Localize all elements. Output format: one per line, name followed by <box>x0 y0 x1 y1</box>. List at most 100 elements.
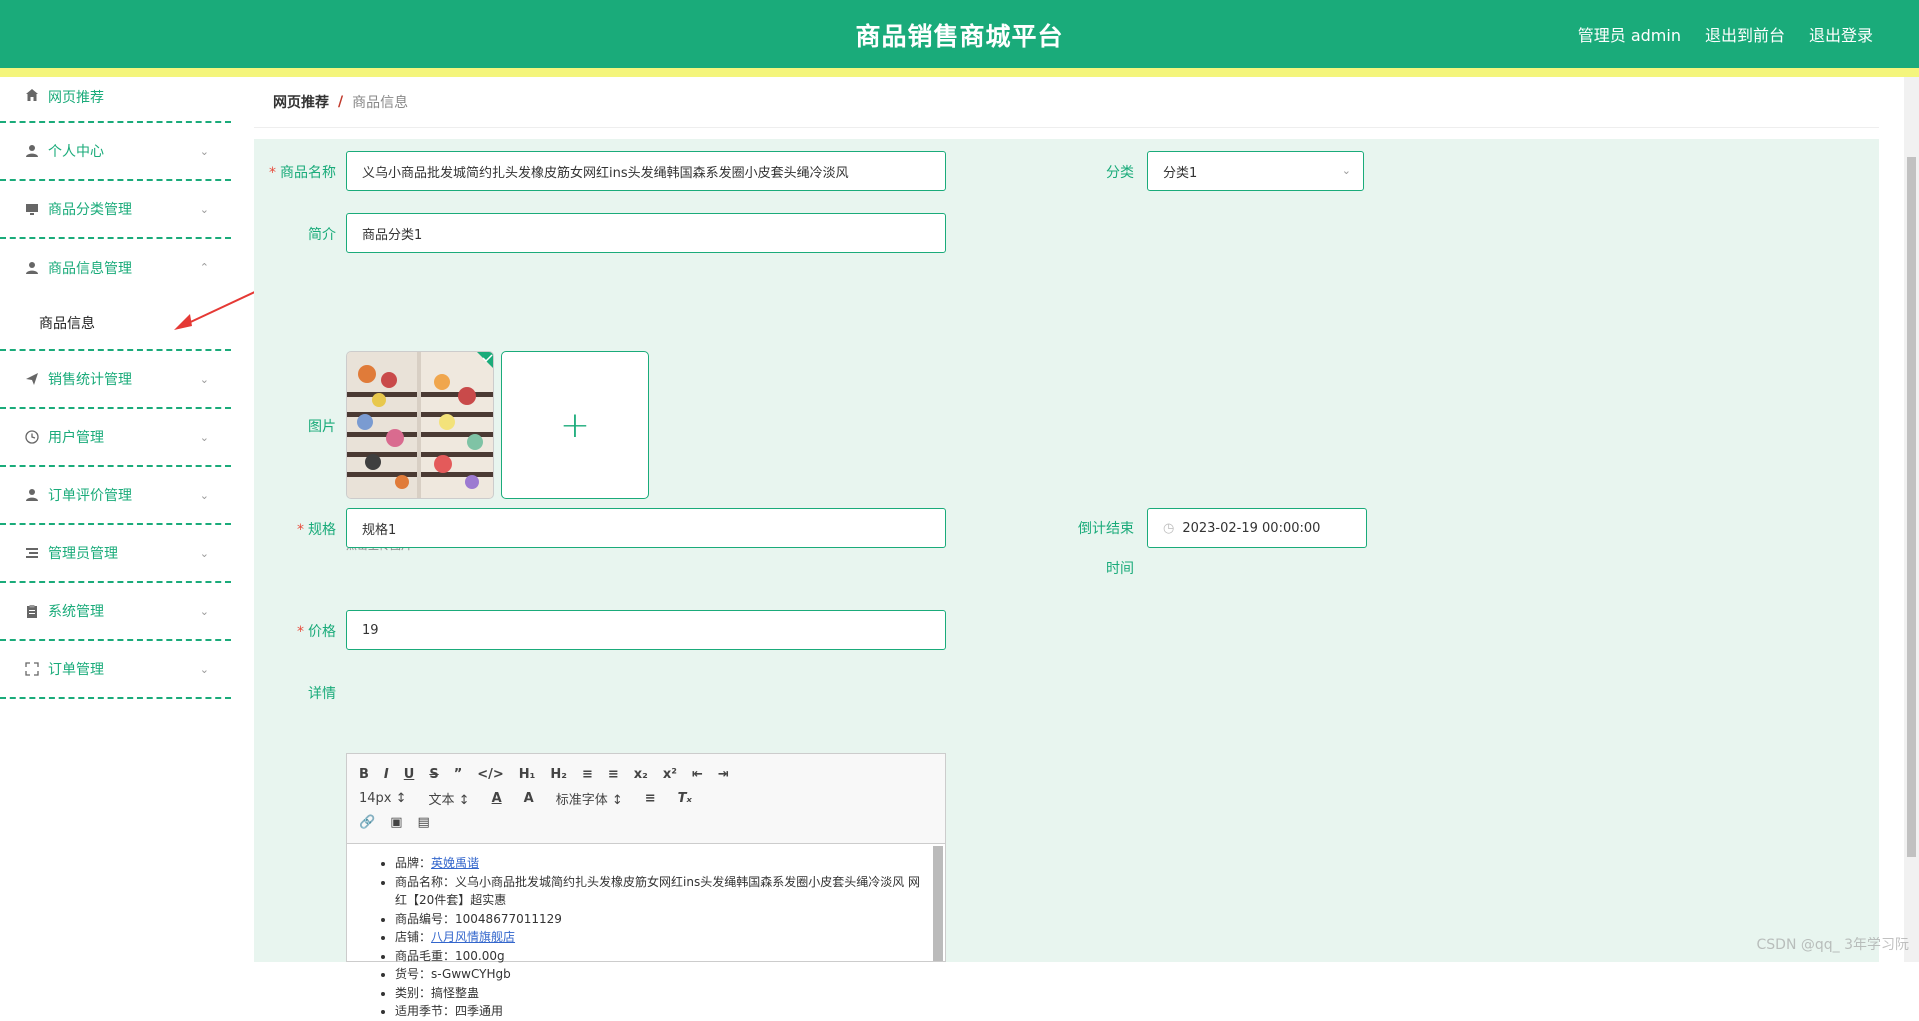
countdown-label: 倒计结束 时间 <box>1054 519 1134 579</box>
sidebar-item-label: 商品分类管理 <box>48 199 132 219</box>
subscript-button[interactable]: x₂ <box>634 767 648 782</box>
top-header-bar: 商品销售商城平台 管理员 admin 退出到前台 退出登录 <box>0 0 1919 68</box>
outdent-button[interactable]: ⇤ <box>692 767 703 782</box>
chevron-down-icon: ⌄ <box>200 373 209 386</box>
send-icon <box>24 371 40 387</box>
user-icon <box>24 143 40 159</box>
rich-text-editor[interactable]: B I U S ” </> H₁ H₂ ≡ ≡ x₂ x² ⇤ ⇥ 14px ↕ <box>346 753 946 962</box>
list-icon <box>24 545 40 561</box>
sidebar-item-category-management[interactable]: 商品分类管理 ⌄ <box>0 181 231 239</box>
sidebar-item-label: 个人中心 <box>48 141 104 161</box>
price-input[interactable]: 19 <box>346 610 946 650</box>
home-icon <box>24 87 40 103</box>
top-links: 管理员 admin 退出到前台 退出登录 <box>1578 22 1873 46</box>
image-label: 图片 <box>264 416 336 436</box>
editor-content[interactable]: 品牌：英娩禹谐 商品名称：义乌小商品批发城简约扎头发橡皮筋女网红ins头发绳韩国… <box>347 844 945 1021</box>
bold-button[interactable]: B <box>359 767 369 782</box>
sidebar-item-label: 用户管理 <box>48 427 104 447</box>
editor-scrollbar[interactable] <box>933 846 943 961</box>
ordered-list-button[interactable]: ≡ <box>582 767 593 782</box>
link-icon[interactable]: 🔗 <box>359 815 375 830</box>
plus-icon: + <box>560 405 590 446</box>
chevron-down-icon: ⌄ <box>1342 164 1351 177</box>
list-item: 商品编号：10048677011129 <box>395 910 925 929</box>
list-item: 类别：搞怪整蛊 <box>395 984 925 1003</box>
countdown-value: 2023-02-19 00:00:00 <box>1182 521 1320 536</box>
clipboard-icon <box>24 603 40 619</box>
bullet-list-button[interactable]: ≡ <box>608 767 619 782</box>
sidebar-item-label: 商品信息管理 <box>48 258 132 278</box>
sidebar-item-label: 管理员管理 <box>48 543 118 563</box>
video-icon[interactable]: ▤ <box>417 815 429 830</box>
image-icon[interactable]: ▣ <box>390 815 402 830</box>
monitor-icon <box>24 201 40 217</box>
intro-label: 简介 <box>264 224 336 244</box>
italic-button[interactable]: I <box>384 767 389 782</box>
sidebar-item-user-management[interactable]: 用户管理 ⌄ <box>0 409 231 467</box>
sidebar-subitem-label: 商品信息 <box>39 313 95 333</box>
align-button[interactable]: ≡ <box>645 791 656 806</box>
fullscreen-icon <box>24 661 40 677</box>
sidebar-item-recommend[interactable]: 网页推荐 <box>0 77 231 123</box>
blockquote-button[interactable]: ” <box>454 767 463 782</box>
h1-button[interactable]: H₁ <box>519 767 536 782</box>
store-link[interactable]: 八月风情旗舰店 <box>431 930 515 944</box>
category-label: 分类 <box>1084 162 1134 182</box>
chevron-down-icon: ⌄ <box>200 145 209 158</box>
page-scrollbar-thumb[interactable] <box>1907 157 1916 857</box>
font-size-select[interactable]: 14px ↕ <box>359 791 407 806</box>
price-label: *价格 <box>264 621 336 641</box>
category-value: 分类1 <box>1163 162 1197 181</box>
sidebar-item-system-management[interactable]: 系统管理 ⌄ <box>0 583 231 641</box>
sidebar-item-order-review[interactable]: 订单评价管理 ⌄ <box>0 467 231 525</box>
header-accent-stripe <box>0 68 1919 77</box>
strike-button[interactable]: S <box>429 767 438 782</box>
chevron-down-icon: ⌄ <box>200 605 209 618</box>
font-family-select[interactable]: 标准字体 ↕ <box>556 789 623 808</box>
sidebar-item-sales-stats[interactable]: 销售统计管理 ⌄ <box>0 351 231 409</box>
indent-button[interactable]: ⇥ <box>718 767 729 782</box>
list-item: 货号：s-GwwCYHgb <box>395 965 925 984</box>
font-color-button[interactable]: A <box>492 791 502 806</box>
logout-link[interactable]: 退出登录 <box>1809 22 1873 46</box>
code-button[interactable]: </> <box>477 767 504 782</box>
main-content: 网页推荐 / 商品信息 *商品名称 义乌小商品批发城简约扎头发橡皮筋女网红ins… <box>254 77 1879 962</box>
page-scrollbar[interactable] <box>1904 77 1919 962</box>
background-color-button[interactable]: A <box>524 791 534 806</box>
user-icon <box>24 487 40 503</box>
uploaded-product-image[interactable] <box>346 351 494 499</box>
chevron-down-icon: ⌄ <box>200 431 209 444</box>
sidebar-item-label: 订单管理 <box>48 659 104 679</box>
chevron-down-icon: ⌄ <box>200 547 209 560</box>
countdown-date-input[interactable]: ◷ 2023-02-19 00:00:00 <box>1147 508 1367 548</box>
sidebar-item-label: 销售统计管理 <box>48 369 132 389</box>
watermark: CSDN @qq_ 3年学习阮 <box>1757 934 1910 954</box>
add-image-button[interactable]: + <box>501 351 649 499</box>
admin-label: 管理员 admin <box>1578 22 1681 46</box>
detail-label: 详情 <box>264 683 336 703</box>
spec-input[interactable]: 规格1 <box>346 508 946 548</box>
list-item: 商品毛重：100.00g <box>395 947 925 966</box>
sidebar-item-personal-center[interactable]: 个人中心 ⌄ <box>0 123 231 181</box>
breadcrumb-home[interactable]: 网页推荐 <box>273 92 329 112</box>
list-item: 品牌：英娩禹谐 <box>395 854 925 873</box>
superscript-button[interactable]: x² <box>663 767 677 782</box>
chevron-down-icon: ⌄ <box>200 203 209 216</box>
spec-label: *规格 <box>264 519 336 539</box>
list-item: 店铺：八月风情旗舰店 <box>395 928 925 947</box>
clock-icon: ◷ <box>1163 521 1174 536</box>
intro-input[interactable]: 商品分类1 <box>346 213 946 253</box>
sidebar-item-order-management[interactable]: 订单管理 ⌄ <box>0 641 231 699</box>
h2-button[interactable]: H₂ <box>550 767 567 782</box>
underline-button[interactable]: U <box>404 767 415 782</box>
frontend-link[interactable]: 退出到前台 <box>1705 22 1785 46</box>
category-select[interactable]: 分类1 ⌄ <box>1147 151 1364 191</box>
sidebar-item-label: 订单评价管理 <box>48 485 132 505</box>
sidebar-item-admin-management[interactable]: 管理员管理 ⌄ <box>0 525 231 583</box>
sidebar-item-label: 系统管理 <box>48 601 104 621</box>
product-name-input[interactable]: 义乌小商品批发城简约扎头发橡皮筋女网红ins头发绳韩国森系发圈小皮套头绳冷淡风 <box>346 151 946 191</box>
brand-link[interactable]: 英娩禹谐 <box>431 856 479 870</box>
text-type-select[interactable]: 文本 ↕ <box>429 789 470 808</box>
sidebar-item-label: 网页推荐 <box>48 87 104 107</box>
clear-format-button[interactable]: Tₓ <box>678 791 692 806</box>
